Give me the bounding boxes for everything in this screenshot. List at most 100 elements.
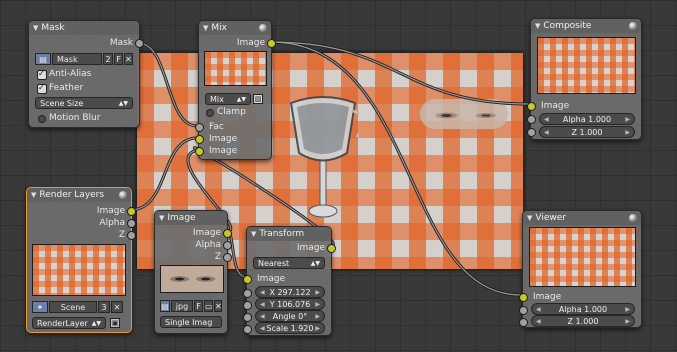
render-icon[interactable]: ▣ bbox=[110, 318, 120, 328]
mask-datablock[interactable]: ▤ Mask 2 F ✕ bbox=[35, 53, 133, 65]
fake-user-button[interactable]: F bbox=[114, 53, 123, 65]
y-field[interactable]: ◀ Y 106.076 ▶ bbox=[255, 298, 325, 310]
decrement-icon[interactable]: ◀ bbox=[536, 316, 541, 328]
unlink-icon[interactable]: ✕ bbox=[214, 300, 222, 312]
alpha-toggle-icon[interactable]: ▧ bbox=[253, 94, 263, 104]
socket-label: Image bbox=[257, 274, 286, 284]
collapse-icon[interactable]: ▼ bbox=[251, 230, 256, 238]
y-input-socket[interactable] bbox=[243, 301, 252, 310]
increment-icon[interactable]: ▶ bbox=[625, 114, 630, 126]
mix-node[interactable]: ▼ Mix Image Mix ▲▼ ▧ Clamp Fac Image Ima… bbox=[195, 20, 276, 160]
mix-node-header[interactable]: ▼ Mix bbox=[199, 21, 271, 35]
z-field[interactable]: ◀ Z 1.000 ▶ bbox=[539, 126, 635, 138]
render-layers-node[interactable]: ▼ Render Layers Image Alpha Z ✦ Scene 3 … bbox=[26, 187, 136, 333]
collapse-icon[interactable]: ▼ bbox=[527, 214, 532, 222]
image-output-socket[interactable] bbox=[327, 244, 336, 253]
checkbox-label: Feather bbox=[49, 83, 84, 93]
increment-icon[interactable]: ▶ bbox=[315, 323, 320, 335]
mix-output-socket[interactable] bbox=[267, 39, 276, 48]
image1-input-socket[interactable] bbox=[195, 135, 204, 144]
render-layers-node-header[interactable]: ▼ Render Layers bbox=[27, 188, 131, 202]
decrement-icon[interactable]: ◀ bbox=[544, 127, 549, 139]
transform-node-header[interactable]: ▼ Transform bbox=[247, 227, 331, 241]
fac-input-socket[interactable] bbox=[195, 123, 204, 132]
feather-checkbox[interactable]: Feather bbox=[37, 82, 84, 94]
decrement-icon[interactable]: ◀ bbox=[544, 114, 549, 126]
collapse-icon[interactable]: ▼ bbox=[535, 22, 540, 30]
angle-field[interactable]: ◀ Angle 0° ▶ bbox=[255, 310, 325, 322]
preview-toggle-icon[interactable] bbox=[119, 191, 127, 199]
scene-datablock[interactable]: ✦ Scene 3 ✕ bbox=[32, 301, 124, 313]
preview-toggle-icon[interactable] bbox=[629, 22, 637, 30]
z-input-socket[interactable] bbox=[519, 318, 528, 327]
image-datablock[interactable]: ▤ jpg F ▭ ✕ bbox=[160, 300, 222, 312]
image-node-header[interactable]: ▼ Image bbox=[155, 211, 227, 225]
viewer-node[interactable]: ▼ Viewer Image ◀ Alpha 1.000 ▶ ◀ Z 1.000… bbox=[519, 210, 642, 328]
z-output-socket[interactable] bbox=[223, 253, 232, 262]
image-source-dropdown[interactable]: Single Imag bbox=[160, 316, 222, 328]
mask-output: Mask bbox=[110, 37, 133, 49]
alpha-input-socket[interactable] bbox=[519, 306, 528, 315]
image-node[interactable]: ▼ Image Image Alpha Z ▤ jpg F ▭ ✕ Single… bbox=[154, 210, 232, 334]
checkbox-icon[interactable] bbox=[37, 68, 47, 80]
filter-dropdown[interactable]: Nearest ▲▼ bbox=[253, 257, 325, 269]
open-image-icon[interactable]: ▭ bbox=[204, 300, 213, 312]
toggle-icon[interactable] bbox=[206, 109, 214, 117]
alpha-input-socket[interactable] bbox=[527, 115, 536, 124]
alpha-field[interactable]: ◀ Alpha 1.000 ▶ bbox=[539, 113, 635, 125]
scale-input-socket[interactable] bbox=[243, 325, 252, 334]
image-input-socket[interactable] bbox=[527, 102, 536, 111]
z-output-socket[interactable] bbox=[127, 231, 136, 240]
z-input-socket[interactable] bbox=[527, 128, 536, 137]
unlink-icon[interactable]: ✕ bbox=[124, 53, 133, 65]
decrement-icon[interactable]: ◀ bbox=[260, 323, 265, 335]
mask-name-field[interactable]: Mask bbox=[52, 53, 102, 65]
image-input-socket[interactable] bbox=[243, 275, 252, 284]
size-source-dropdown[interactable]: Scene Size ▲▼ bbox=[35, 97, 133, 109]
increment-icon[interactable]: ▶ bbox=[625, 127, 630, 139]
image-name-field[interactable]: jpg bbox=[171, 300, 193, 312]
unlink-icon[interactable]: ✕ bbox=[111, 301, 123, 313]
z-field[interactable]: ◀ Z 1.000 ▶ bbox=[531, 315, 635, 327]
anti-alias-checkbox[interactable]: Anti-Alias bbox=[37, 68, 91, 80]
composite-node[interactable]: ▼ Composite Image ◀ Alpha 1.000 ▶ ◀ Z 1.… bbox=[527, 18, 642, 140]
alpha-output-socket[interactable] bbox=[223, 241, 232, 250]
image-browse-icon[interactable]: ▤ bbox=[160, 300, 170, 312]
scale-field[interactable]: ◀ Scale 1.920 ▶ bbox=[255, 322, 325, 334]
alpha-output-socket[interactable] bbox=[127, 219, 136, 228]
mask-node[interactable]: ▼ Mask Mask ▤ Mask 2 F ✕ Anti-Alias Feat… bbox=[28, 20, 144, 128]
image2-input-socket[interactable] bbox=[195, 147, 204, 156]
collapse-icon[interactable]: ▼ bbox=[203, 24, 208, 32]
field-value: Alpha 1.000 bbox=[562, 115, 612, 124]
scene-icon[interactable]: ✦ bbox=[32, 301, 48, 313]
preview-toggle-icon[interactable] bbox=[629, 214, 637, 222]
mask-browse-icon[interactable]: ▤ bbox=[35, 53, 51, 65]
preview-toggle-icon[interactable] bbox=[259, 24, 267, 32]
motion-blur-toggle[interactable]: Motion Blur bbox=[37, 113, 100, 124]
fake-user-button[interactable]: F bbox=[194, 300, 203, 312]
clamp-toggle[interactable]: Clamp bbox=[205, 107, 246, 118]
dropdown-value: Mix bbox=[210, 95, 224, 104]
transform-node[interactable]: ▼ Transform Image Nearest ▲▼ Image ◀ X 2… bbox=[243, 226, 336, 336]
toggle-icon[interactable] bbox=[38, 115, 46, 123]
increment-icon[interactable]: ▶ bbox=[625, 316, 630, 328]
angle-input-socket[interactable] bbox=[243, 313, 252, 322]
collapse-icon[interactable]: ▼ bbox=[159, 214, 164, 222]
checkbox-icon[interactable] bbox=[37, 82, 47, 94]
blend-mode-dropdown[interactable]: Mix ▲▼ bbox=[205, 93, 251, 105]
mask-node-header[interactable]: ▼ Mask bbox=[29, 21, 139, 35]
x-field[interactable]: ◀ X 297.122 ▶ bbox=[255, 286, 325, 298]
scene-name-field[interactable]: Scene bbox=[49, 301, 97, 313]
image-output-socket[interactable] bbox=[127, 207, 136, 216]
mask-output-socket[interactable] bbox=[135, 39, 144, 48]
alpha-field[interactable]: ◀ Alpha 1.000 ▶ bbox=[531, 303, 635, 315]
composite-node-header[interactable]: ▼ Composite bbox=[531, 19, 641, 33]
viewer-node-header[interactable]: ▼ Viewer bbox=[523, 211, 641, 225]
collapse-icon[interactable]: ▼ bbox=[33, 24, 38, 32]
collapse-icon[interactable]: ▼ bbox=[31, 191, 36, 199]
x-input-socket[interactable] bbox=[243, 289, 252, 298]
image-input-socket[interactable] bbox=[519, 293, 528, 302]
node-title: Mix bbox=[211, 23, 227, 33]
render-layer-dropdown[interactable]: RenderLayer ▲▼ bbox=[32, 317, 106, 329]
image-output-socket[interactable] bbox=[223, 229, 232, 238]
